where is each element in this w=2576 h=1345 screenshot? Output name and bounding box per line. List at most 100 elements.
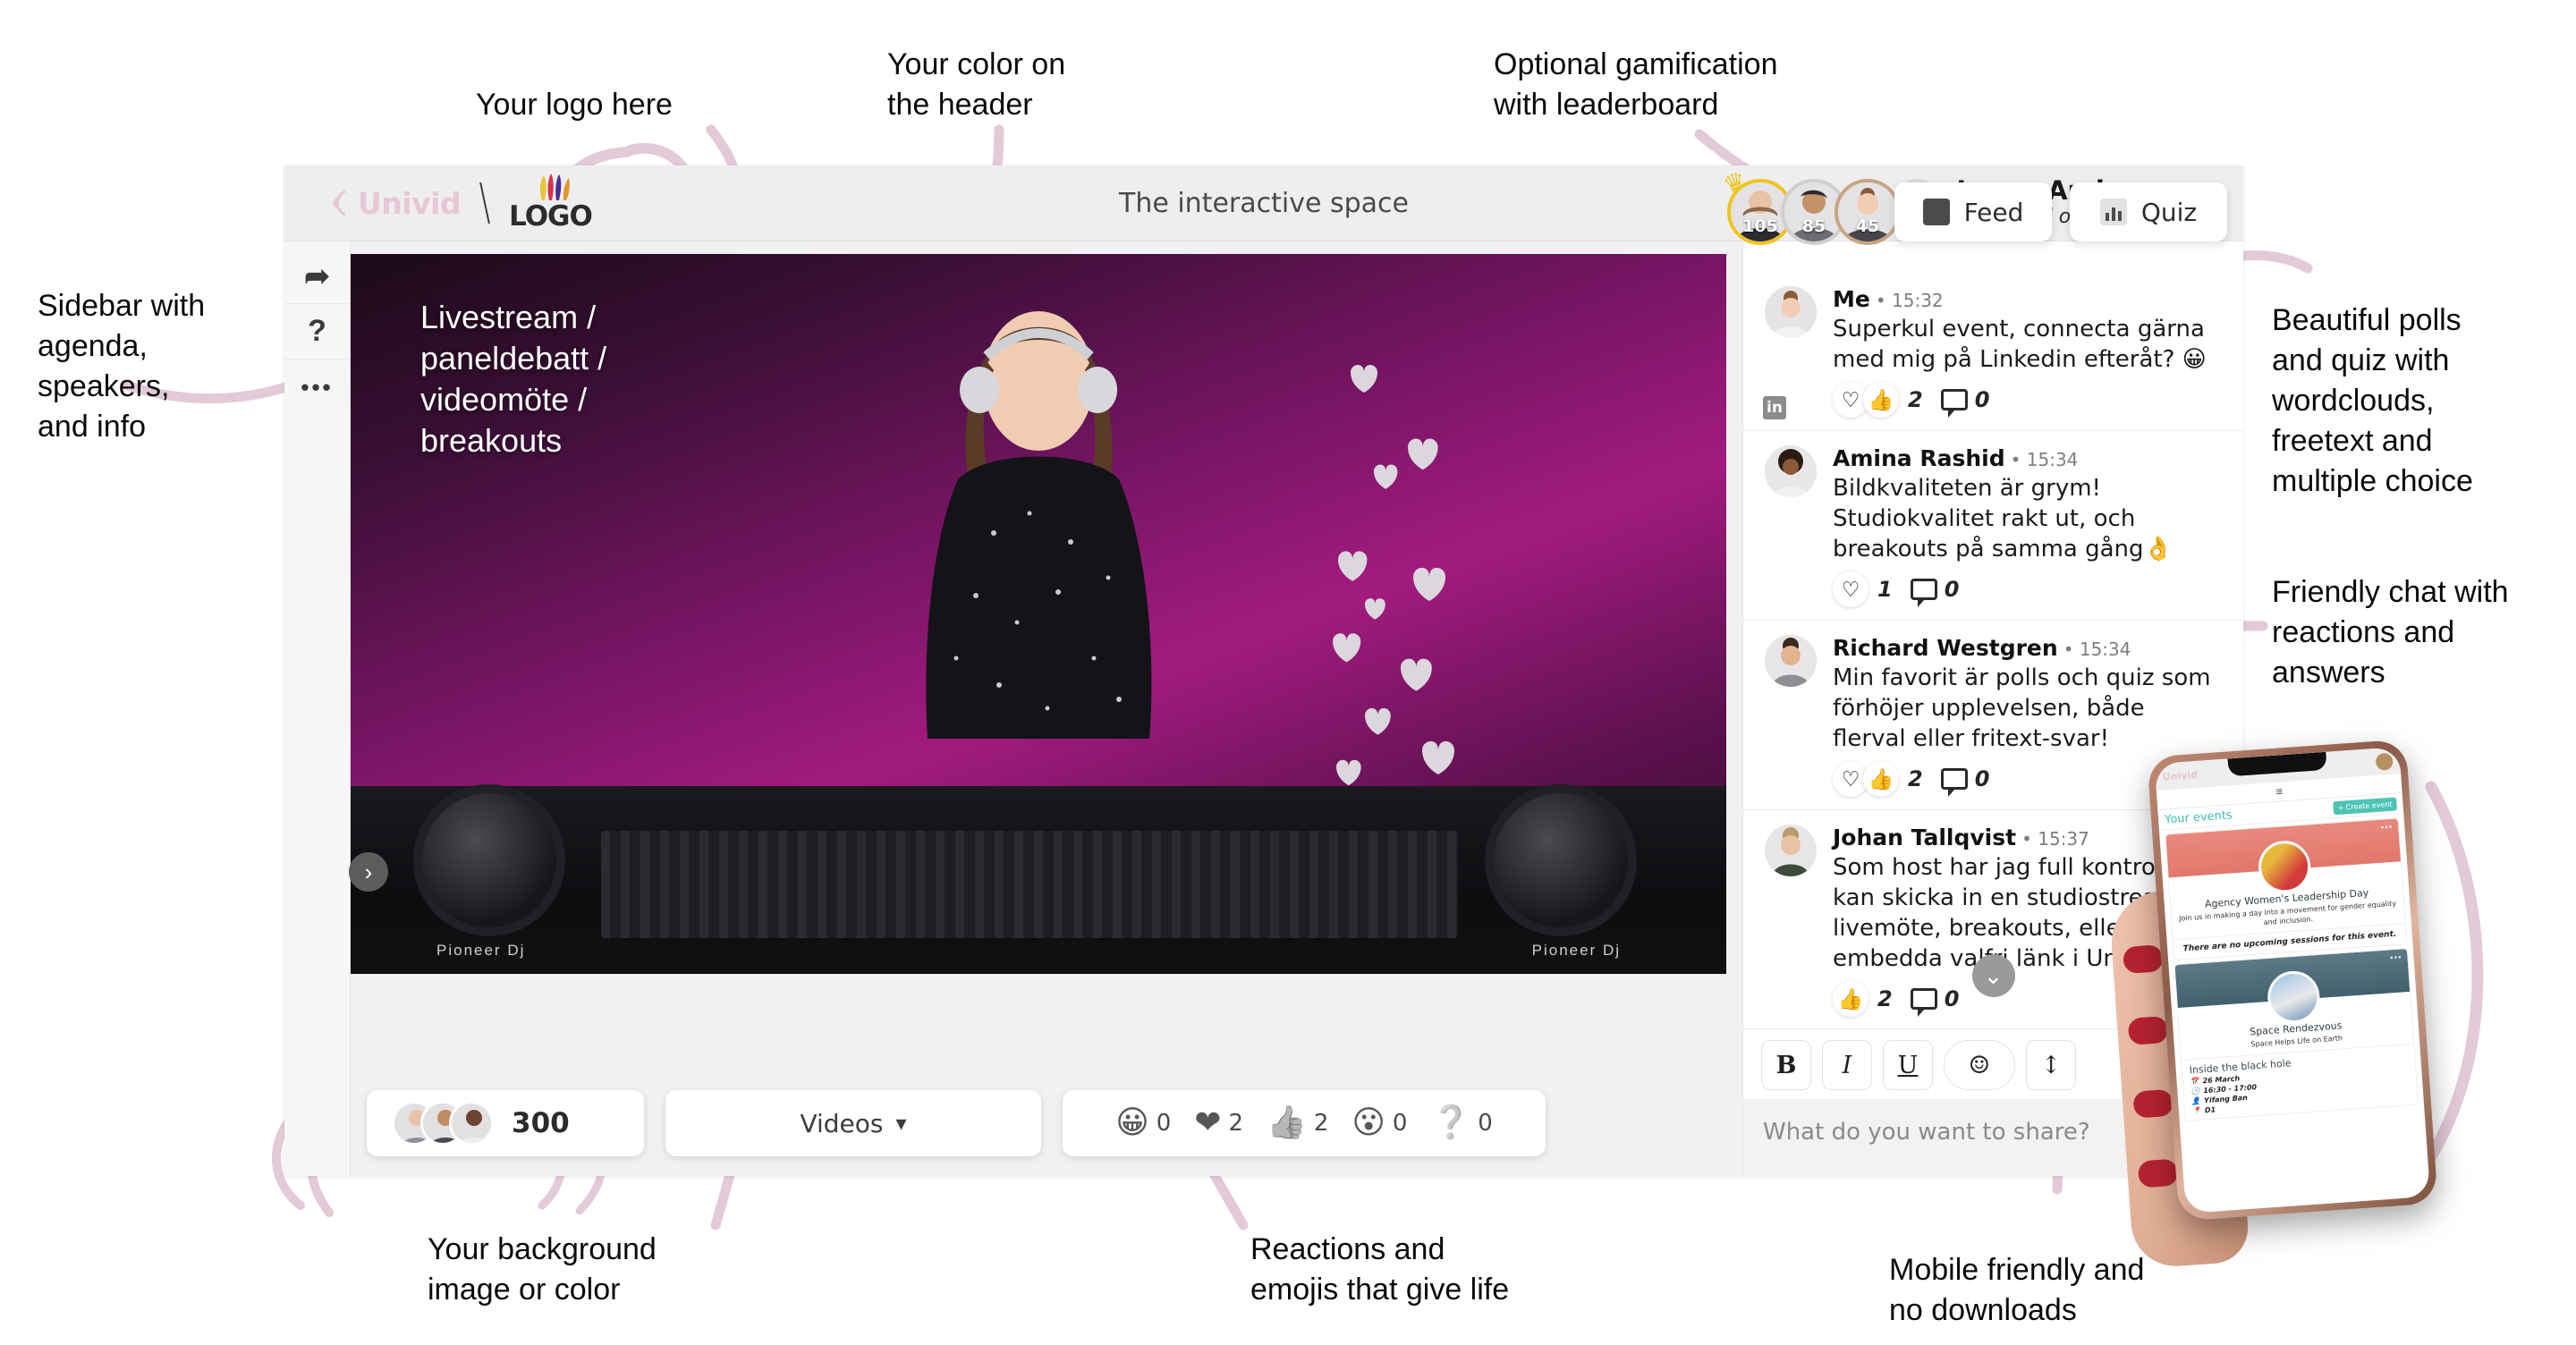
leader-score: 105: [1742, 216, 1778, 236]
question-count: 0: [1478, 1110, 1493, 1137]
comment-action[interactable]: 0: [1910, 986, 1960, 1017]
fingernail: [2127, 1015, 2169, 1045]
thumbsup-icon[interactable]: 👍: [1863, 382, 1899, 418]
message-author: Richard Westgren: [1833, 635, 2058, 661]
like-count: 2: [1908, 387, 1923, 412]
video-overlay-label: Livestream / paneldebatt / videomöte / b…: [420, 299, 607, 459]
message-text: Min favorit är polls och quiz som förhöj…: [1833, 664, 2211, 752]
stage-toolbar: 300 Videos ▾ 😀 0 ❤ 2 👍 2 😮 0 ❔ 0: [351, 1090, 1726, 1156]
person-icon: 👤: [2190, 1096, 2201, 1106]
message-header: Richard Westgren • 15:34: [1833, 635, 2224, 661]
annotation-gamification: Optional gamification with leaderboard: [1494, 47, 1778, 122]
annotation-chat: Friendly chat with reactions and answers: [2272, 575, 2509, 689]
thumbsup-icon[interactable]: 👍: [1833, 981, 1868, 1017]
message-item[interactable]: Amina Rashid • 15:34 Bildkvaliteten är g…: [1743, 431, 2243, 621]
phone-screen[interactable]: Univid ≡ Your events + Create event ••• …: [2154, 747, 2431, 1214]
reactions-bar[interactable]: 😀 0 ❤ 2 👍 2 😮 0 ❔ 0: [1063, 1090, 1546, 1156]
mixer: [601, 831, 1458, 938]
heart-icon[interactable]: ♡: [1833, 571, 1868, 607]
message-input-placeholder: What do you want to share?: [1763, 1119, 2090, 1146]
deck-brand-left: Pioneer Dj: [436, 942, 526, 959]
phone-event-card[interactable]: ••• Agency Women's Leadership Day Join u…: [2165, 817, 2408, 961]
like-count: 2: [1877, 986, 1893, 1011]
phone-frame: Univid ≡ Your events + Create event ••• …: [2147, 739, 2438, 1222]
annotation-sidebar: Sidebar with agenda, speakers, and info: [38, 289, 206, 444]
annotation-logo: Your logo here: [476, 88, 673, 122]
message-time: • 15:37: [2021, 828, 2089, 850]
help-icon[interactable]: ?: [284, 304, 350, 360]
feed-icon: [1922, 199, 1950, 225]
viewer-avatars: [392, 1101, 494, 1146]
message-text: Bildkvaliteten är grym! Studiokvalitet r…: [1833, 475, 2173, 563]
message-avatar: [1765, 445, 1817, 607]
avatar: [1765, 445, 1817, 497]
annotation-mobile: Mobile friendly and no downloads: [1889, 1253, 2145, 1327]
thumbsup-reaction[interactable]: 👍 2: [1267, 1107, 1328, 1139]
wow-icon: 😮: [1352, 1104, 1385, 1141]
viewer-count: 300: [512, 1107, 570, 1139]
annotation-background: Your background image or color: [428, 1232, 657, 1307]
message-actions: ♡ 1 0: [1833, 571, 2224, 607]
avatar: [1765, 286, 1817, 338]
sidebar-expand-button[interactable]: ›: [349, 852, 388, 892]
emoji-button[interactable]: ☺: [1944, 1040, 2015, 1090]
question-reaction[interactable]: ❔ 0: [1430, 1107, 1492, 1139]
tab-feed[interactable]: Feed: [1894, 182, 2052, 241]
create-event-button[interactable]: + Create event: [2333, 797, 2398, 816]
share-icon[interactable]: ➦: [284, 249, 350, 304]
annotation-reactions: Reactions and emojis that give life: [1250, 1232, 1510, 1307]
laugh-reaction[interactable]: 😀 0: [1115, 1107, 1171, 1139]
linkedin-icon: in: [1763, 396, 1786, 419]
message-text: Superkul event, connecta gärna med mig p…: [1833, 316, 2207, 373]
more-icon[interactable]: •••: [2390, 952, 2402, 963]
like-count: 2: [1908, 766, 1923, 791]
message-time: • 15:34: [2010, 449, 2079, 470]
phone-mockup: Univid ≡ Your events + Create event ••• …: [2107, 739, 2438, 1270]
underline-button[interactable]: U: [1883, 1040, 1933, 1090]
bold-button[interactable]: B: [1761, 1040, 1811, 1090]
message-header: Me • 15:32: [1833, 286, 2224, 312]
app-body: ➦ ? ••• Pioneer Dj Pioneer Dj Livestream…: [284, 165, 2243, 1176]
message-item[interactable]: in Me • 15:32 Superkul event, connecta g…: [1743, 272, 2243, 431]
wow-count: 0: [1392, 1110, 1408, 1137]
comment-action[interactable]: 0: [1910, 577, 1960, 607]
annotation-polls: Beautiful polls and quiz with wordclouds…: [2272, 303, 2473, 498]
avatar[interactable]: [2375, 752, 2394, 771]
scroll-down-button[interactable]: ⌄: [1971, 954, 2015, 997]
thumbsup-icon[interactable]: 👍: [1863, 761, 1899, 797]
message-actions: ♡ 👍 2 0: [1833, 382, 2224, 418]
avatar: [449, 1101, 494, 1146]
dj-figure: [851, 274, 1226, 774]
videos-label: Videos: [800, 1108, 884, 1138]
comment-icon: [1940, 768, 1968, 797]
fingernail: [2122, 944, 2164, 975]
thumbsup-count: 2: [1313, 1110, 1329, 1137]
more-options-button[interactable]: ↕: [2026, 1040, 2076, 1090]
leader-3[interactable]: 45: [1835, 179, 1901, 245]
video-player[interactable]: Pioneer Dj Pioneer Dj Livestream / panel…: [351, 254, 1726, 974]
comment-count: 0: [1974, 766, 1990, 791]
leader-score: 85: [1801, 216, 1826, 236]
leader-score: 45: [1855, 216, 1880, 236]
comment-action[interactable]: 0: [1940, 766, 1990, 797]
quiz-icon: [2099, 199, 2127, 225]
comment-action[interactable]: 0: [1940, 387, 1989, 418]
heart-icon: ❤: [1194, 1104, 1222, 1141]
wow-reaction[interactable]: 😮 0: [1352, 1107, 1407, 1139]
phone-brand: Univid: [2162, 768, 2199, 783]
comment-count: 0: [1944, 986, 1960, 1011]
deck-brand-right: Pioneer Dj: [1531, 942, 1621, 959]
leaderboard[interactable]: ♛ 105 85 45: [1719, 165, 1901, 245]
italic-button[interactable]: I: [1822, 1040, 1872, 1090]
message-time: • 15:34: [2063, 639, 2131, 660]
viewers-card[interactable]: 300: [367, 1090, 644, 1156]
comment-count: 0: [1944, 577, 1960, 602]
tab-quiz[interactable]: Quiz: [2070, 182, 2227, 241]
phone-event-card[interactable]: ••• Space Rendezvous Space Helps Life on…: [2174, 947, 2419, 1121]
question-icon: ❔: [1430, 1104, 1471, 1141]
more-icon[interactable]: •••: [2380, 823, 2393, 833]
message-author: Me: [1833, 286, 1870, 312]
videos-dropdown[interactable]: Videos ▾: [665, 1090, 1041, 1156]
heart-reaction[interactable]: ❤ 2: [1194, 1107, 1243, 1139]
more-icon[interactable]: •••: [284, 360, 350, 415]
